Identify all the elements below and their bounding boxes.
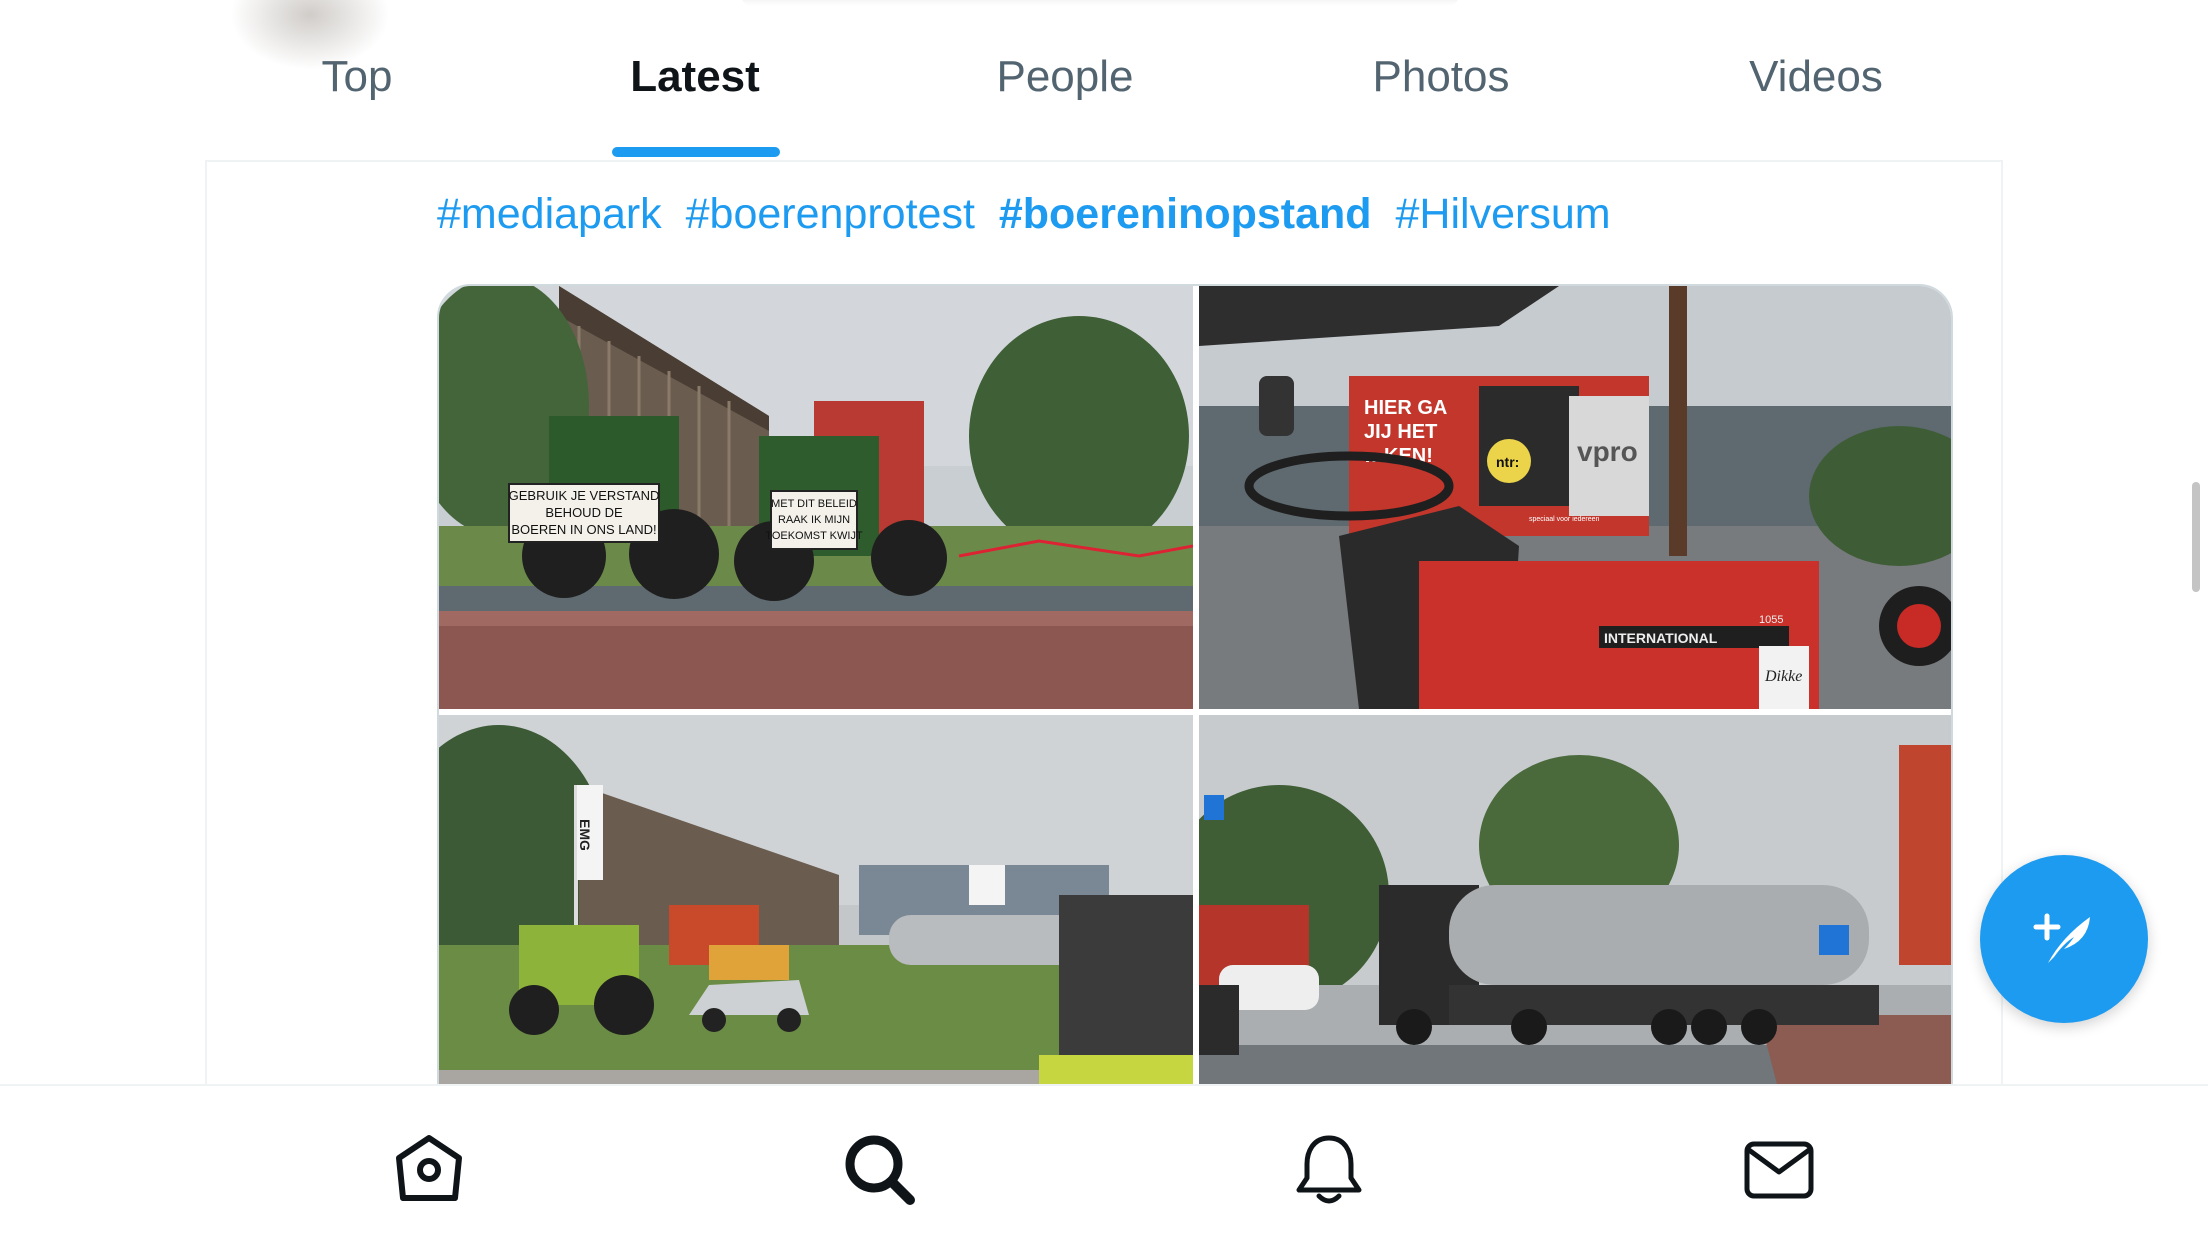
notifications-icon bbox=[1296, 1135, 1362, 1204]
nav-notifications-button[interactable] bbox=[1289, 1130, 1369, 1210]
nav-home-button[interactable] bbox=[389, 1130, 469, 1210]
tweet-photo-1[interactable]: GEBRUIK JE VERSTAND BEHOUD DE BOEREN IN … bbox=[439, 286, 1193, 709]
sign-text: TOEKOMST KWIJT bbox=[765, 530, 863, 542]
tweet-photo-2[interactable]: HIER GA JIJ HET …KEN! ntr: vpro speciaal… bbox=[1199, 286, 1951, 709]
tractor-brand-text: INTERNATIONAL bbox=[1604, 630, 1718, 646]
hashtag-link[interactable]: #boerenprotest bbox=[686, 190, 975, 238]
billboard-text: JIJ HET bbox=[1364, 421, 1437, 443]
compose-tweet-button[interactable] bbox=[1980, 855, 2148, 1023]
nav-search-button[interactable] bbox=[840, 1130, 920, 1210]
nav-messages-button[interactable] bbox=[1739, 1130, 1819, 1210]
tweet-card[interactable]: #mediapark #boerenprotest #boereninopsta… bbox=[205, 160, 2003, 1242]
plate-text: Dikke bbox=[1764, 668, 1802, 685]
tab-photos[interactable]: Photos bbox=[1373, 52, 1510, 102]
scrollbar[interactable] bbox=[2192, 482, 2200, 592]
bottom-nav-bar bbox=[0, 1084, 2208, 1242]
billboard-text: HIER GA bbox=[1364, 397, 1447, 419]
hashtag-link[interactable]: #mediapark bbox=[437, 190, 662, 238]
vpro-logo-text: vpro bbox=[1577, 436, 1638, 467]
sign-text: BEHOUD DE bbox=[545, 505, 623, 520]
home-icon bbox=[396, 1135, 462, 1201]
tab-people[interactable]: People bbox=[996, 52, 1133, 102]
hashtag-link[interactable]: #Hilversum bbox=[1396, 190, 1611, 238]
hashtag-link-highlighted[interactable]: #boereninopstand bbox=[999, 190, 1372, 238]
tab-videos[interactable]: Videos bbox=[1749, 52, 1883, 102]
tweet-hashtags: #mediapark #boerenprotest #boereninopsta… bbox=[437, 190, 1623, 239]
tractor-model-text: 1055 bbox=[1759, 614, 1783, 626]
billboard-subtext: speciaal voor iedereen bbox=[1529, 516, 1600, 523]
tab-top[interactable]: Top bbox=[322, 52, 393, 102]
ntr-logo-text: ntr: bbox=[1496, 454, 1519, 470]
sign-text: RAAK IK MIJN bbox=[778, 514, 850, 526]
active-tab-indicator bbox=[612, 147, 780, 157]
flag-text: EMG bbox=[577, 819, 593, 851]
search-icon bbox=[845, 1135, 915, 1205]
sign-text: GEBRUIK JE VERSTAND bbox=[509, 488, 660, 503]
sign-text: BOEREN IN ONS LAND! bbox=[511, 522, 656, 537]
messages-icon bbox=[1744, 1141, 1814, 1199]
compose-tweet-icon bbox=[2033, 913, 2090, 963]
sign-text: MET DIT BELEID bbox=[771, 498, 857, 510]
search-tabs: Top Latest People Photos Videos bbox=[0, 0, 2208, 160]
tab-latest[interactable]: Latest bbox=[630, 52, 760, 102]
